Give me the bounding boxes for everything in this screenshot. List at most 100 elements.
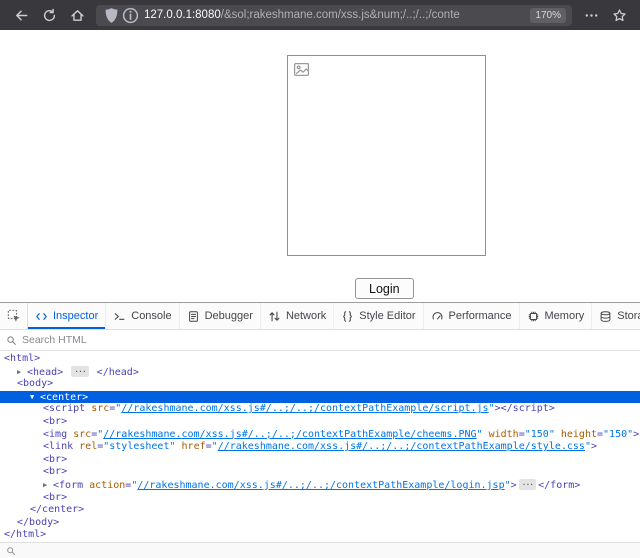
tag-name: link (49, 441, 73, 452)
tab-storage[interactable]: Storage (592, 303, 640, 329)
markup-node[interactable]: ▶<head> ··· </head> (0, 366, 640, 379)
collapse-arrow-icon[interactable]: ▼ (30, 391, 40, 404)
url-text: 127.0.0.1:8080/&sol;rakeshmane.com/xss.j… (144, 9, 524, 21)
search-input[interactable] (22, 334, 634, 346)
tab-label: Inspector (53, 310, 98, 322)
markup-node[interactable]: <script src="//rakeshmane.com/xss.js#/..… (0, 403, 640, 416)
punctuation: > (61, 416, 67, 427)
tab-label: Network (286, 310, 326, 322)
markup-node[interactable]: <html> (0, 353, 640, 366)
inspector-icon (35, 310, 48, 323)
collapsed-content-badge[interactable]: ··· (71, 366, 88, 377)
markup-node[interactable]: ▶<form action="//rakeshmane.com/xss.js#/… (0, 479, 640, 492)
reload-button[interactable] (36, 3, 62, 27)
browser-toolbar: 127.0.0.1:8080/&sol;rakeshmane.com/xss.j… (0, 0, 640, 30)
back-button[interactable] (8, 3, 34, 27)
broken-image-icon (293, 61, 310, 78)
tab-performance[interactable]: Performance (424, 303, 520, 329)
performance-icon (431, 310, 444, 323)
style-editor-icon (341, 310, 354, 323)
attribute-link[interactable]: //rakeshmane.com/xss.js#/..;/..;/context… (103, 429, 476, 440)
markup-node[interactable]: <br> (0, 492, 640, 505)
url-host: 127.0.0.1:8080 (144, 9, 221, 21)
punctuation: > (591, 441, 597, 452)
element-picker-icon (7, 309, 21, 323)
markup-node[interactable]: </body> (0, 517, 640, 530)
attribute-link[interactable]: //rakeshmane.com/xss.js#/..;/..;/context… (121, 403, 488, 414)
devtools-tabbar: Inspector Console Debugger Network Style… (0, 303, 640, 330)
debugger-icon (187, 310, 200, 323)
back-icon (14, 8, 29, 23)
tag-name: br (49, 454, 61, 465)
space (63, 367, 69, 378)
attribute-link[interactable]: //rakeshmane.com/xss.js#/..;/..;/context… (218, 441, 585, 452)
tag-name: br (49, 492, 61, 503)
markup-node[interactable]: <body> (0, 378, 640, 391)
markup-node[interactable]: </html> (0, 529, 640, 542)
tag-name: head (109, 367, 133, 378)
tag-name: html (10, 353, 34, 364)
punctuation: > (78, 504, 84, 515)
markup-node[interactable]: <br> (0, 466, 640, 479)
punctuation: > (549, 403, 555, 414)
zoom-indicator[interactable]: 170% (530, 8, 566, 23)
tag-name: form (550, 480, 574, 491)
attribute-name: height (561, 429, 597, 440)
home-button[interactable] (64, 3, 90, 27)
devtools-panel: Inspector Console Debugger Network Style… (0, 302, 640, 558)
page-actions-button[interactable] (578, 3, 604, 27)
collapsed-content-badge[interactable]: ··· (519, 479, 536, 490)
home-icon (70, 8, 85, 23)
expand-arrow-icon[interactable]: ▶ (17, 366, 27, 379)
tag-name: img (49, 429, 67, 440)
markup-node[interactable]: <link rel="stylesheet" href="//rakeshman… (0, 441, 640, 454)
url-path: /&sol;rakeshmane.com/xss.js&num;/..;/..;… (221, 9, 460, 21)
tab-inspector[interactable]: Inspector (28, 303, 106, 329)
tag-name: head (33, 367, 57, 378)
punctuation: </ (538, 480, 550, 491)
punctuation: > (574, 480, 580, 491)
punctuation: </ (97, 367, 109, 378)
memory-icon (527, 310, 540, 323)
tab-label: Performance (449, 310, 512, 322)
site-info-icon[interactable] (121, 7, 140, 23)
markup-node[interactable]: <br> (0, 454, 640, 467)
markup-node[interactable]: <img src="//rakeshmane.com/xss.js#/..;/.… (0, 429, 640, 442)
bookmark-button[interactable] (606, 3, 632, 27)
punctuation: </ (4, 529, 16, 540)
tab-network[interactable]: Network (261, 303, 334, 329)
punctuation: > (633, 429, 639, 440)
punctuation: > (53, 517, 59, 528)
tab-label: Console (131, 310, 171, 322)
tab-memory[interactable]: Memory (520, 303, 593, 329)
tab-style-editor[interactable]: Style Editor (334, 303, 423, 329)
tag-name: script (513, 403, 549, 414)
expand-arrow-icon[interactable]: ▶ (43, 479, 53, 492)
punctuation: > (61, 492, 67, 503)
tab-console[interactable]: Console (106, 303, 179, 329)
url-bar[interactable]: 127.0.0.1:8080/&sol;rakeshmane.com/xss.j… (96, 5, 572, 26)
punctuation: > (61, 466, 67, 477)
element-picker-button[interactable] (0, 303, 28, 329)
tag-name: center (46, 392, 82, 403)
network-icon (268, 310, 281, 323)
tag-name: center (42, 504, 78, 515)
devtools-search-bar (0, 330, 640, 351)
tag-name: body (23, 378, 47, 389)
punctuation: > (40, 529, 46, 540)
tab-debugger[interactable]: Debugger (180, 303, 261, 329)
tracking-shield-icon[interactable] (102, 7, 121, 23)
attribute-name: rel (79, 441, 97, 452)
markup-node[interactable]: <br> (0, 416, 640, 429)
markup-node[interactable]: </center> (0, 504, 640, 517)
attribute-value: "stylesheet" (103, 441, 175, 452)
attribute-link[interactable]: //rakeshmane.com/xss.js#/..;/..;/context… (137, 480, 504, 491)
punctuation: > (61, 454, 67, 465)
punctuation: ></ (495, 403, 513, 414)
tag-name: form (59, 480, 83, 491)
punctuation: </ (17, 517, 29, 528)
tab-label: Debugger (205, 310, 253, 322)
tab-label: Style Editor (359, 310, 415, 322)
markup-node[interactable]: ▼<center> (0, 391, 640, 404)
login-button[interactable]: Login (355, 278, 414, 299)
